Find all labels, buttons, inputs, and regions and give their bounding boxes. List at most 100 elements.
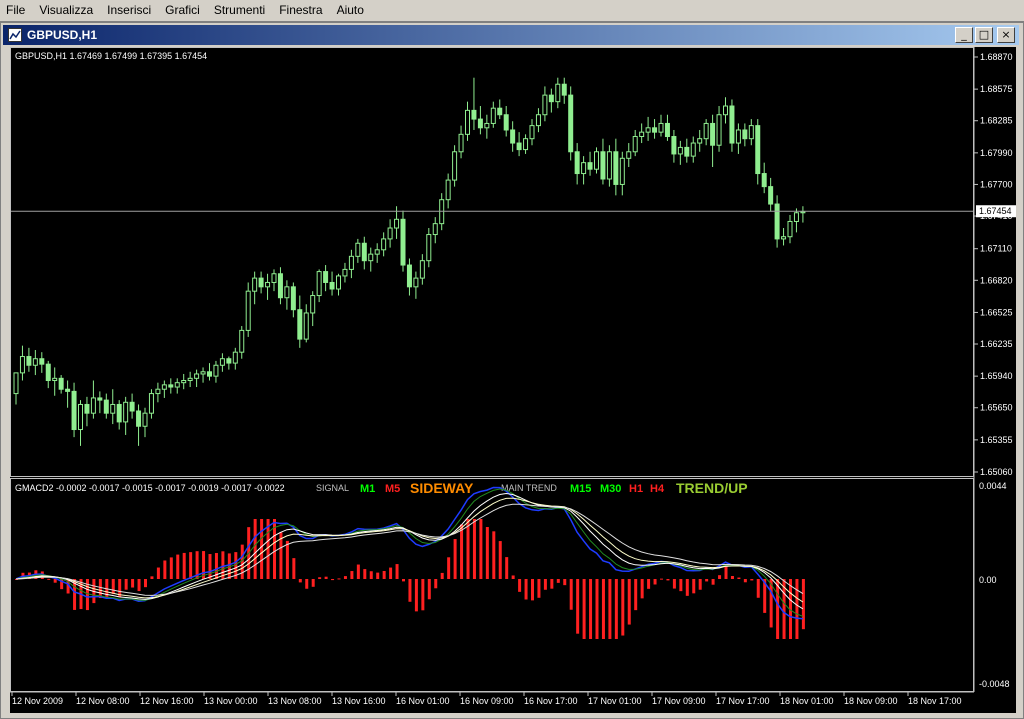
- candle-body: [207, 371, 212, 377]
- price-chart-svg[interactable]: GBPUSD,H1 1.67469 1.67499 1.67395 1.6745…: [10, 47, 1016, 713]
- histogram-bar: [460, 524, 464, 579]
- histogram-bar: [518, 579, 522, 592]
- histogram-bar: [595, 579, 599, 639]
- candle-body: [219, 358, 225, 366]
- histogram-bar: [260, 519, 264, 579]
- candle-body: [84, 403, 90, 414]
- histogram-bar: [447, 557, 451, 579]
- candle-body: [142, 412, 148, 427]
- candle-body: [471, 109, 477, 120]
- window-title: GBPUSD,H1: [27, 28, 98, 42]
- histogram-bar: [331, 579, 335, 581]
- menu-help[interactable]: Aiuto: [331, 0, 372, 21]
- menu-view[interactable]: Visualizza: [33, 0, 101, 21]
- histogram-bar: [563, 579, 567, 586]
- histogram-bar: [356, 564, 360, 579]
- chart-area[interactable]: GBPUSD,H1 1.67469 1.67499 1.67395 1.6745…: [10, 47, 1016, 713]
- time-tick-label: 18 Nov 09:00: [844, 696, 898, 706]
- menu-window[interactable]: Finestra: [273, 0, 330, 21]
- candle-body: [535, 114, 541, 127]
- candle-body: [613, 151, 619, 185]
- histogram-bar: [453, 539, 457, 579]
- candle-body: [355, 242, 361, 257]
- menu-tools[interactable]: Strumenti: [208, 0, 273, 21]
- histogram-bar: [156, 567, 160, 579]
- histogram-bar: [131, 579, 135, 588]
- candle-body: [445, 179, 451, 201]
- candle-body: [252, 277, 258, 292]
- price-tick-label: 1.65940: [980, 371, 1013, 381]
- window-controls: _ □ ×: [955, 27, 1015, 43]
- histogram-bar: [576, 579, 580, 634]
- price-tick-label: 1.68575: [980, 84, 1013, 94]
- histogram-bar: [427, 579, 431, 600]
- candle-body: [639, 131, 645, 138]
- candle-body: [690, 142, 696, 157]
- maximize-button[interactable]: □: [975, 27, 993, 43]
- candle-body: [361, 242, 367, 262]
- histogram-bar: [111, 579, 115, 595]
- current-price-label: 1.67454: [979, 206, 1012, 216]
- histogram-bar: [318, 577, 322, 579]
- histogram-bar: [531, 579, 534, 601]
- histogram-bar: [176, 554, 180, 579]
- signal-m1: M1: [360, 483, 375, 495]
- candle-body: [103, 399, 109, 414]
- time-tick-label: 17 Nov 09:00: [652, 696, 706, 706]
- histogram-bar: [298, 579, 302, 583]
- candle-body: [458, 133, 464, 153]
- signal-label: SIGNAL: [316, 483, 349, 493]
- candle-body: [26, 356, 32, 366]
- histogram-bar: [672, 579, 676, 589]
- histogram-bar: [382, 570, 386, 579]
- histogram-bar: [189, 552, 193, 579]
- signal-state: SIDEWAY: [410, 480, 474, 496]
- candle-body: [568, 94, 574, 153]
- candle-body: [400, 218, 406, 266]
- candle-body: [523, 138, 529, 151]
- candle-body: [200, 371, 206, 375]
- price-tick-label: 1.65650: [980, 403, 1013, 413]
- candle-body: [658, 122, 664, 133]
- time-tick-label: 13 Nov 08:00: [268, 696, 322, 706]
- price-tick-label: 1.67110: [980, 244, 1012, 254]
- candle-body: [181, 380, 187, 384]
- price-tick-label: 1.66235: [980, 339, 1013, 349]
- candle-body: [697, 138, 703, 144]
- candle-body: [781, 236, 787, 240]
- candle-body: [52, 377, 58, 382]
- histogram-bar: [601, 579, 605, 639]
- histogram-bar: [305, 579, 309, 589]
- candle-body: [723, 105, 728, 116]
- histogram-bar: [472, 519, 476, 579]
- close-button[interactable]: ×: [997, 27, 1015, 43]
- histogram-bar: [137, 579, 141, 592]
- candle-body: [374, 249, 380, 255]
- chart-window-icon: [7, 27, 23, 43]
- candle-body: [45, 363, 51, 382]
- candle-body: [381, 238, 387, 251]
- menu-insert[interactable]: Inserisci: [101, 0, 159, 21]
- menu-file[interactable]: File: [0, 0, 33, 21]
- menu-charts[interactable]: Grafici: [159, 0, 208, 21]
- histogram-bar: [640, 579, 644, 599]
- histogram-bar: [182, 552, 186, 579]
- candle-body: [619, 157, 625, 185]
- candle-body: [213, 364, 219, 377]
- minimize-button[interactable]: _: [955, 27, 973, 43]
- candle-body: [406, 264, 412, 288]
- histogram-bar: [285, 540, 289, 579]
- time-tick-label: 13 Nov 16:00: [332, 696, 386, 706]
- candle-body: [465, 109, 470, 135]
- histogram-bar: [434, 579, 438, 589]
- candle-body: [793, 212, 799, 222]
- window-titlebar[interactable]: GBPUSD,H1 _ □ ×: [3, 25, 1019, 45]
- histogram-bar: [795, 579, 799, 639]
- candle-body: [277, 273, 283, 299]
- candle-body: [594, 151, 599, 170]
- trend-m30: M30: [600, 483, 621, 495]
- histogram-bar: [485, 527, 489, 579]
- histogram-bar: [550, 579, 554, 589]
- histogram-bar: [440, 572, 444, 579]
- candle-body: [548, 94, 554, 103]
